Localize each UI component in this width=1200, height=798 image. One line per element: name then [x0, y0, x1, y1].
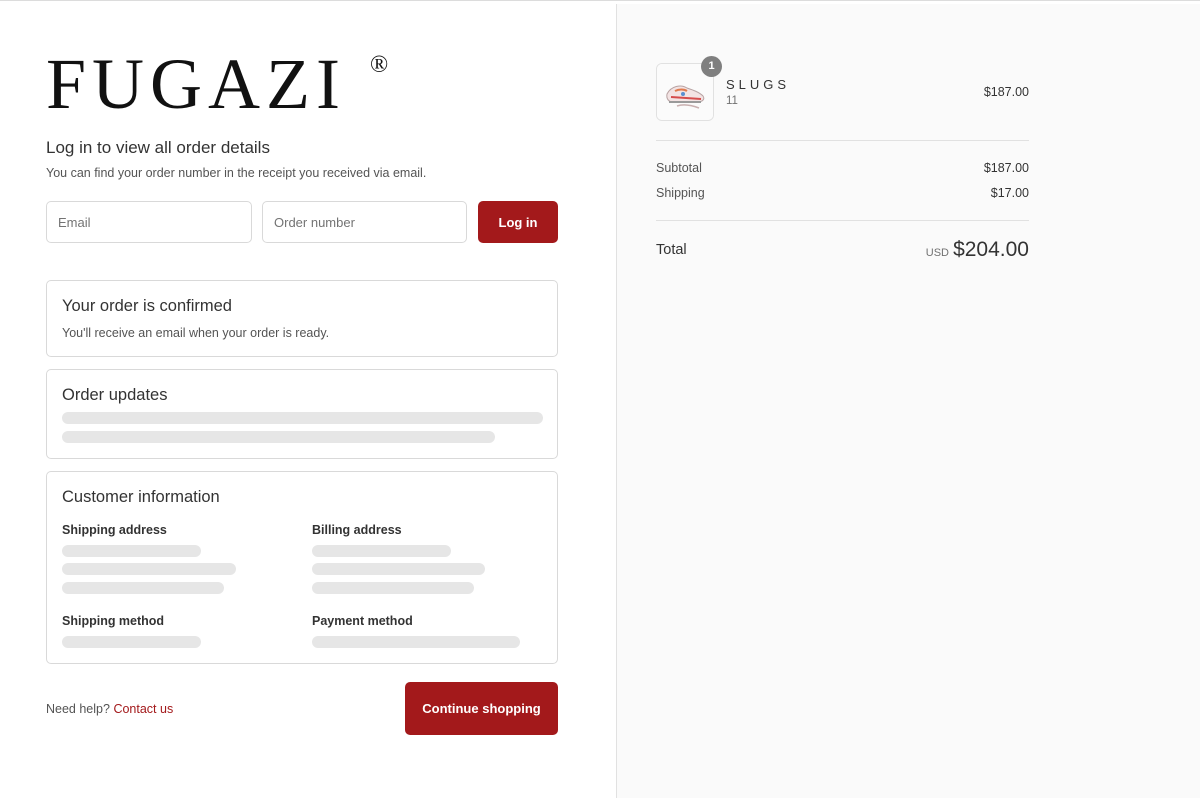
order-summary-panel: 1 SLUGS 11 $187.00 Subtotal $187.00 Ship… — [617, 4, 1200, 798]
product-price: $187.00 — [983, 85, 1029, 99]
shipping-method-label: Shipping method — [62, 614, 165, 628]
skeleton-line — [312, 582, 474, 594]
billing-address-label: Billing address — [312, 523, 402, 537]
order-updates-title: Order updates — [62, 386, 168, 404]
order-confirmed-text: You'll receive an email when your order … — [62, 326, 330, 340]
product-variant: 11 — [726, 95, 738, 107]
skeleton-line — [62, 431, 495, 443]
total-label: Total — [656, 242, 687, 258]
total-value: $204.00 — [953, 238, 1029, 261]
contact-us-link[interactable]: Contact us — [113, 702, 173, 716]
brand-logo[interactable]: FUGAZI — [46, 48, 346, 120]
subtotal-value: $187.00 — [983, 161, 1029, 175]
login-button[interactable]: Log in — [478, 201, 558, 243]
skeleton-line — [312, 545, 451, 557]
subtotal-label: Subtotal — [656, 161, 702, 175]
skeleton-line — [62, 563, 236, 575]
total-currency: USD — [925, 247, 949, 259]
order-confirmed-card: Your order is confirmed You'll receive a… — [46, 280, 558, 357]
skeleton-line — [62, 545, 201, 557]
order-number-field[interactable] — [262, 201, 467, 243]
continue-shopping-button[interactable]: Continue shopping — [405, 682, 558, 735]
login-title: Log in to view all order details — [46, 138, 270, 157]
skeleton-line — [62, 582, 224, 594]
main-panel: FUGAZI ® Log in to view all order detail… — [0, 4, 617, 798]
skeleton-line — [62, 412, 543, 424]
shipping-value: $17.00 — [990, 186, 1029, 200]
need-help-text: Need help? — [46, 702, 110, 716]
payment-method-label: Payment method — [312, 614, 413, 628]
customer-information-card: Customer information Shipping address Bi… — [46, 471, 558, 664]
shipping-address-label: Shipping address — [62, 523, 167, 537]
quantity-badge: 1 — [701, 56, 722, 77]
registered-mark: ® — [370, 52, 389, 78]
divider — [656, 140, 1029, 141]
skeleton-line — [312, 563, 485, 575]
skeleton-line — [62, 636, 201, 648]
customer-information-title: Customer information — [62, 488, 220, 506]
need-help: Need help? Contact us — [46, 702, 173, 716]
shipping-label: Shipping — [656, 186, 705, 200]
login-subtitle: You can find your order number in the re… — [46, 166, 427, 180]
order-updates-card: Order updates — [46, 369, 558, 459]
order-confirmed-title: Your order is confirmed — [62, 297, 232, 315]
email-field[interactable] — [46, 201, 252, 243]
product-name: SLUGS — [726, 77, 791, 92]
divider — [656, 220, 1029, 221]
skeleton-line — [312, 636, 520, 648]
